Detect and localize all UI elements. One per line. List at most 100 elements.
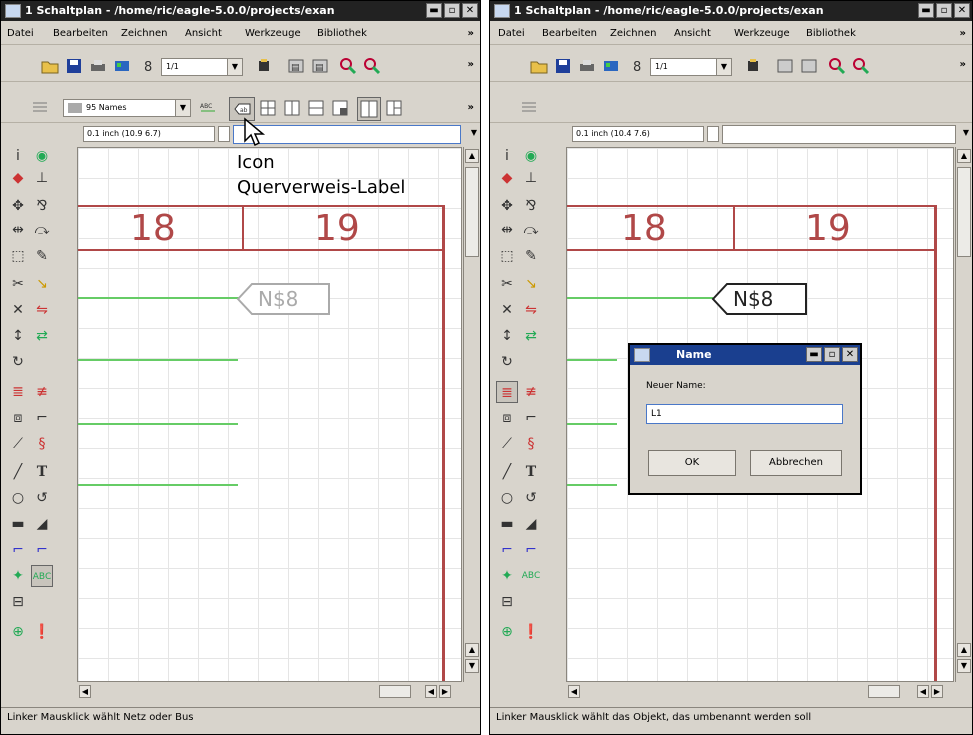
zoom-out-icon[interactable] (852, 57, 870, 75)
label-style-5-icon[interactable] (357, 97, 381, 121)
attribute-icon[interactable]: ⊟ (7, 591, 29, 613)
group-icon[interactable]: ⬚ (496, 245, 518, 267)
scroll-up-icon[interactable]: ▲ (957, 149, 971, 163)
minimize-button[interactable]: ▬ (806, 347, 822, 362)
miter-icon[interactable]: ⌐ (520, 407, 542, 429)
vertical-scrollbar[interactable]: ▲ ▲ ▼ (955, 147, 972, 682)
replace-icon[interactable]: ↕ (7, 325, 29, 347)
schematic-canvas[interactable]: 18 19 N$8 Icon Querverweis-Label (77, 147, 462, 682)
label-style-3-icon[interactable] (307, 99, 325, 117)
invoke-icon[interactable]: ⟋ (496, 433, 518, 455)
menu-bearbeiten[interactable]: Bearbeiten (53, 28, 108, 39)
junction-icon[interactable]: ✦ (496, 565, 518, 587)
move-icon[interactable]: ✥ (496, 195, 518, 217)
h-scroll-thumb[interactable] (379, 685, 411, 698)
menu-datei[interactable]: Datei (498, 28, 525, 39)
wire-icon[interactable]: ╱ (496, 461, 518, 483)
dialog-title-bar[interactable]: Name ▬ ▫ ✕ (630, 345, 860, 365)
optimize-icon[interactable]: § (520, 433, 542, 455)
copy-icon[interactable]: ⅋ (520, 195, 542, 217)
errors-icon[interactable]: ❗ (31, 621, 53, 643)
rect-icon[interactable]: ▬ (7, 513, 29, 535)
copy-icon[interactable]: ⅋ (31, 195, 53, 217)
menu-ansicht[interactable]: Ansicht (185, 28, 222, 39)
zoom-out-icon[interactable] (363, 57, 381, 75)
menu-overflow-icon[interactable]: » (468, 28, 474, 39)
cam-icon[interactable] (113, 57, 131, 75)
menu-overflow-icon[interactable]: » (960, 28, 966, 39)
h-scroll-thumb[interactable] (868, 685, 900, 698)
pinswap-icon[interactable]: ⇋ (31, 299, 53, 321)
net-wire[interactable] (567, 423, 617, 425)
print-icon[interactable] (578, 57, 596, 75)
name-icon[interactable]: ↻ (7, 351, 29, 373)
show-icon[interactable]: ◉ (520, 145, 542, 167)
split-icon[interactable]: ⧈ (7, 407, 29, 429)
scroll-right-icon[interactable]: ▶ (439, 685, 451, 698)
net-wire[interactable] (567, 484, 617, 486)
vertical-scrollbar[interactable]: ▲ ▲ ▼ (463, 147, 480, 682)
command-history-button[interactable] (218, 126, 230, 142)
paste-icon[interactable]: ✂ (496, 273, 518, 295)
toolbar-overflow-icon[interactable]: » (960, 59, 966, 70)
zoom-in-icon[interactable] (828, 57, 846, 75)
mirror-icon[interactable]: ⇹ (7, 219, 29, 241)
scroll-left-icon[interactable]: ◀ (425, 685, 437, 698)
scroll-left-icon[interactable]: ◀ (79, 685, 91, 698)
erc-icon[interactable]: ⊕ (7, 621, 29, 643)
label-tool-icon[interactable]: ABC (31, 565, 53, 587)
text-icon[interactable]: T (31, 461, 53, 483)
delete-icon[interactable]: ↘ (31, 273, 53, 295)
arc-icon[interactable]: ↺ (520, 487, 542, 509)
close-button[interactable]: ✕ (842, 347, 858, 362)
save-icon[interactable] (554, 57, 572, 75)
invoke-icon[interactable]: ⟋ (7, 433, 29, 455)
zoom-select[interactable]: 1/1 ▼ (161, 58, 243, 76)
polygon-icon[interactable]: ◢ (31, 513, 53, 535)
polygon-icon[interactable]: ◢ (520, 513, 542, 535)
scroll-up-icon[interactable]: ▲ (465, 643, 479, 657)
open-folder-icon[interactable] (41, 57, 59, 75)
command-history-button[interactable] (707, 126, 719, 142)
save-icon[interactable] (65, 57, 83, 75)
gateswap-icon[interactable]: ⇄ (520, 325, 542, 347)
toolbar-overflow-icon[interactable]: » (468, 59, 474, 70)
info-icon[interactable]: i (7, 145, 29, 167)
menu-bearbeiten[interactable]: Bearbeiten (542, 28, 597, 39)
library-icon[interactable] (744, 57, 762, 75)
sheet-next-icon[interactable]: ▤ (311, 57, 329, 75)
add-icon[interactable]: ✕ (7, 299, 29, 321)
menu-bibliothek[interactable]: Bibliothek (317, 28, 367, 39)
pinswap-icon[interactable]: ⇋ (520, 299, 542, 321)
add-icon[interactable]: ✕ (496, 299, 518, 321)
junction-icon[interactable]: ✦ (7, 565, 29, 587)
label-style-4-icon[interactable] (331, 99, 349, 117)
move-icon[interactable]: ✥ (7, 195, 29, 217)
mark-icon[interactable]: ⊥ (520, 167, 542, 189)
label-style-6-icon[interactable] (385, 99, 403, 117)
command-input[interactable] (233, 125, 461, 144)
toolbar2-overflow-icon[interactable]: » (468, 102, 474, 113)
label-style-1-icon[interactable] (259, 99, 277, 117)
layer-grid-icon[interactable] (31, 99, 49, 117)
show-icon[interactable]: ◉ (31, 145, 53, 167)
command-dropdown-icon[interactable]: ▼ (471, 128, 477, 137)
close-button[interactable]: ✕ (462, 3, 478, 18)
attribute-icon[interactable]: ⊟ (496, 591, 518, 613)
net-wire[interactable] (78, 359, 238, 361)
ok-button[interactable]: OK (648, 450, 736, 476)
minimize-button[interactable]: ▬ (918, 3, 934, 18)
info-icon[interactable]: i (496, 145, 518, 167)
library-icon[interactable] (255, 57, 273, 75)
errors-icon[interactable]: ❗ (520, 621, 542, 643)
mirror-icon[interactable]: ⇹ (496, 219, 518, 241)
scroll-down-icon[interactable]: ▼ (465, 659, 479, 673)
menu-zeichnen[interactable]: Zeichnen (121, 28, 167, 39)
scroll-up-icon[interactable]: ▲ (957, 643, 971, 657)
menu-datei[interactable]: Datei (7, 28, 34, 39)
close-button[interactable]: ✕ (954, 3, 970, 18)
rect-icon[interactable]: ▬ (496, 513, 518, 535)
net-icon[interactable]: ⌐ (31, 539, 53, 561)
value-icon[interactable]: ≣ (7, 381, 29, 403)
title-bar[interactable]: 1 Schaltplan - /home/ric/eagle-5.0.0/pro… (1, 1, 480, 21)
